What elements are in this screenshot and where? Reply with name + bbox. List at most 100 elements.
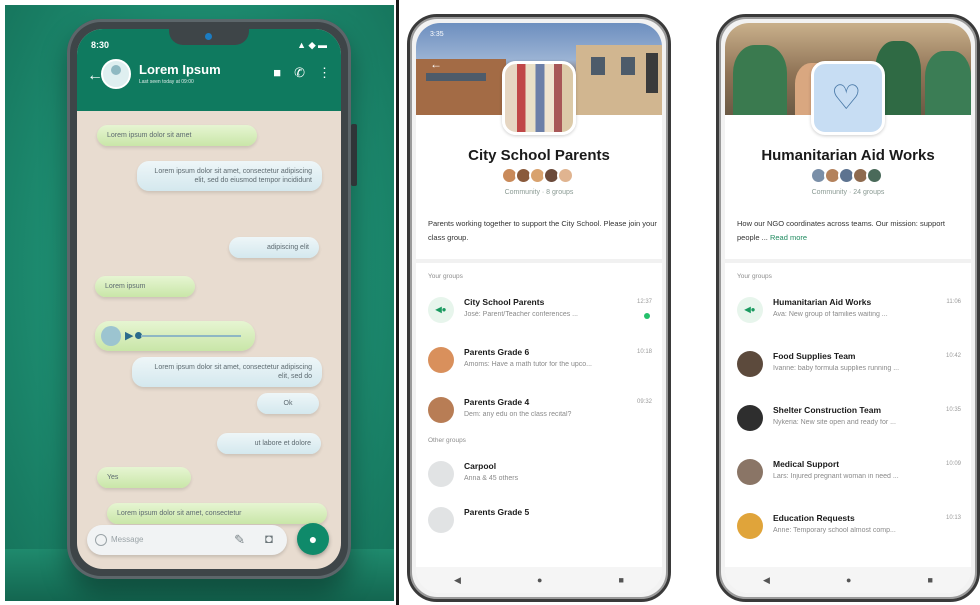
- group-time: 10:42: [945, 353, 961, 359]
- video-call-icon[interactable]: ■: [273, 65, 281, 81]
- panel-divider: [396, 0, 399, 605]
- community-meta: Community · 8 groups: [504, 189, 574, 196]
- signal-battery-icon: ▲ ◆ ▬: [297, 40, 327, 50]
- nav-recent-icon[interactable]: ■: [619, 575, 624, 585]
- group-row[interactable]: Parents Grade 6 Amoms: Have a math tutor…: [426, 339, 658, 379]
- message-bubble[interactable]: adipiscing elit: [229, 237, 319, 258]
- nav-back-icon[interactable]: ◀: [763, 575, 770, 586]
- group-name: City School Parents: [464, 297, 545, 307]
- emoji-icon[interactable]: [95, 534, 107, 546]
- message-bubble[interactable]: Lorem ipsum dolor sit amet, consectetur …: [132, 357, 322, 387]
- message-bubble[interactable]: Lorem ipsum dolor sit amet, consectetur …: [137, 161, 322, 191]
- community-photo[interactable]: ♡: [811, 61, 885, 135]
- contact-status: Last seen today at 09:00: [139, 79, 194, 85]
- message-bubble[interactable]: Lorem ipsum: [95, 276, 195, 297]
- group-name: Parents Grade 6: [464, 347, 530, 357]
- community-title: City School Parents: [468, 147, 610, 164]
- chat-screen: 8:30 ▲ ◆ ▬ ← Lorem Ipsum Last seen today…: [77, 29, 341, 569]
- camera-button-icon[interactable]: ◘: [265, 531, 273, 546]
- message-bubble[interactable]: Lorem ipsum dolor sit amet, consectetur: [107, 503, 327, 524]
- member-avatars[interactable]: [501, 167, 574, 187]
- group-row[interactable]: Parents Grade 4 Dem: any edu on the clas…: [426, 389, 658, 429]
- community-meta: Community · 24 groups: [811, 189, 885, 196]
- nav-back-icon[interactable]: ◀: [454, 575, 461, 586]
- camera-icon: [205, 33, 212, 40]
- announcement-icon: ◀●: [428, 297, 454, 323]
- group-avatar: [737, 405, 763, 431]
- community-description: Parents working together to support the …: [428, 219, 657, 242]
- group-row[interactable]: Food Supplies Team Ivanne: baby formula …: [735, 343, 967, 383]
- group-time: 10:35: [945, 407, 961, 413]
- group-preview: José: Parent/Teacher conferences ...: [464, 311, 579, 318]
- nav-home-icon[interactable]: ●: [846, 575, 851, 585]
- phone-frame: 8:30 ▲ ◆ ▬ ← Lorem Ipsum Last seen today…: [67, 19, 357, 579]
- group-preview: Nykeria: New site open and ready for ...: [773, 419, 896, 426]
- group-preview: Anna & 45 others: [464, 475, 519, 482]
- nav-recent-icon[interactable]: ■: [928, 575, 933, 585]
- phone-call-icon[interactable]: ✆: [294, 65, 305, 81]
- nav-home-icon[interactable]: ●: [537, 575, 542, 585]
- message-bubble[interactable]: Yes: [97, 467, 191, 488]
- group-row[interactable]: ◀● Humanitarian Aid Works Ava: New group…: [735, 289, 967, 329]
- contact-avatar[interactable]: [101, 59, 131, 89]
- group-name: Carpool: [464, 461, 497, 471]
- group-time: 10:09: [945, 461, 961, 467]
- group-preview: Ivanne: baby formula supplies running ..…: [773, 365, 900, 372]
- group-avatar: [428, 347, 454, 373]
- group-time: 12:37: [636, 299, 652, 305]
- group-avatar: [428, 461, 454, 487]
- section-your-groups: Your groups: [428, 273, 463, 280]
- attach-icon[interactable]: ✎: [234, 532, 245, 548]
- group-preview: Anne: Temporary school almost comp...: [773, 527, 896, 534]
- community-title: Humanitarian Aid Works: [761, 147, 935, 164]
- notch: [169, 29, 249, 45]
- message-list: Lorem ipsum dolor sit amet Lorem ipsum d…: [77, 111, 341, 524]
- composite-screenshot: 8:30 ▲ ◆ ▬ ← Lorem Ipsum Last seen today…: [0, 0, 980, 605]
- contact-name[interactable]: Lorem Ipsum: [139, 62, 221, 77]
- chat-mockup-panel: 8:30 ▲ ◆ ▬ ← Lorem Ipsum Last seen today…: [5, 5, 394, 601]
- member-avatars[interactable]: [810, 167, 883, 187]
- status-time: 3:35: [430, 31, 444, 38]
- back-arrow-icon[interactable]: ←: [430, 57, 442, 71]
- android-nav-bar: ◀ ● ■: [725, 567, 971, 593]
- header-actions: ■ ✆ ⋮: [273, 65, 331, 81]
- group-row[interactable]: Parents Grade 5: [426, 499, 658, 539]
- section-divider: [725, 259, 971, 263]
- play-icon[interactable]: ▶: [125, 329, 133, 342]
- group-row[interactable]: Carpool Anna & 45 others: [426, 453, 658, 493]
- unread-dot: [644, 313, 650, 319]
- group-time: 10:13: [945, 515, 961, 521]
- message-input[interactable]: Message: [111, 535, 143, 544]
- community-screen: ♡ Humanitarian Aid Works Community · 24 …: [725, 23, 971, 593]
- read-more-link[interactable]: Read more: [770, 233, 807, 242]
- announcement-icon: ◀●: [737, 297, 763, 323]
- message-bubble[interactable]: Ok: [257, 393, 319, 414]
- community-photo[interactable]: [502, 61, 576, 135]
- group-name: Parents Grade 4: [464, 397, 530, 407]
- section-divider: [416, 259, 662, 263]
- message-composer[interactable]: Message ✎ ◘: [87, 525, 287, 555]
- message-bubble[interactable]: ut labore et dolore: [217, 433, 321, 454]
- group-name: Shelter Construction Team: [773, 405, 881, 415]
- more-options-icon[interactable]: ⋮: [318, 65, 331, 81]
- group-name: Medical Support: [773, 459, 840, 469]
- group-name: Food Supplies Team: [773, 351, 856, 361]
- voice-message[interactable]: ▶: [95, 321, 255, 351]
- section-other-groups: Other groups: [428, 437, 466, 444]
- section-your-groups: Your groups: [737, 273, 772, 280]
- mic-button[interactable]: ●: [297, 523, 329, 555]
- group-row[interactable]: Shelter Construction Team Nykeria: New s…: [735, 397, 967, 437]
- group-name: Parents Grade 5: [464, 507, 530, 517]
- community-description: How our NGO coordinates across teams. Ou…: [737, 217, 969, 245]
- group-name: Humanitarian Aid Works: [773, 297, 872, 307]
- group-row[interactable]: ◀● City School Parents José: Parent/Teac…: [426, 289, 658, 329]
- heart-hands-icon: ♡: [831, 79, 862, 117]
- group-row[interactable]: Medical Support Lars: Injured pregnant w…: [735, 451, 967, 491]
- group-time: 09:32: [636, 399, 652, 405]
- message-bubble[interactable]: Lorem ipsum dolor sit amet: [97, 125, 257, 146]
- android-nav-bar: ◀ ● ■: [416, 567, 662, 593]
- group-row[interactable]: Education Requests Anne: Temporary schoo…: [735, 505, 967, 545]
- group-avatar: [737, 513, 763, 539]
- group-preview: Ava: New group of families waiting ...: [773, 311, 888, 318]
- group-avatar: [737, 351, 763, 377]
